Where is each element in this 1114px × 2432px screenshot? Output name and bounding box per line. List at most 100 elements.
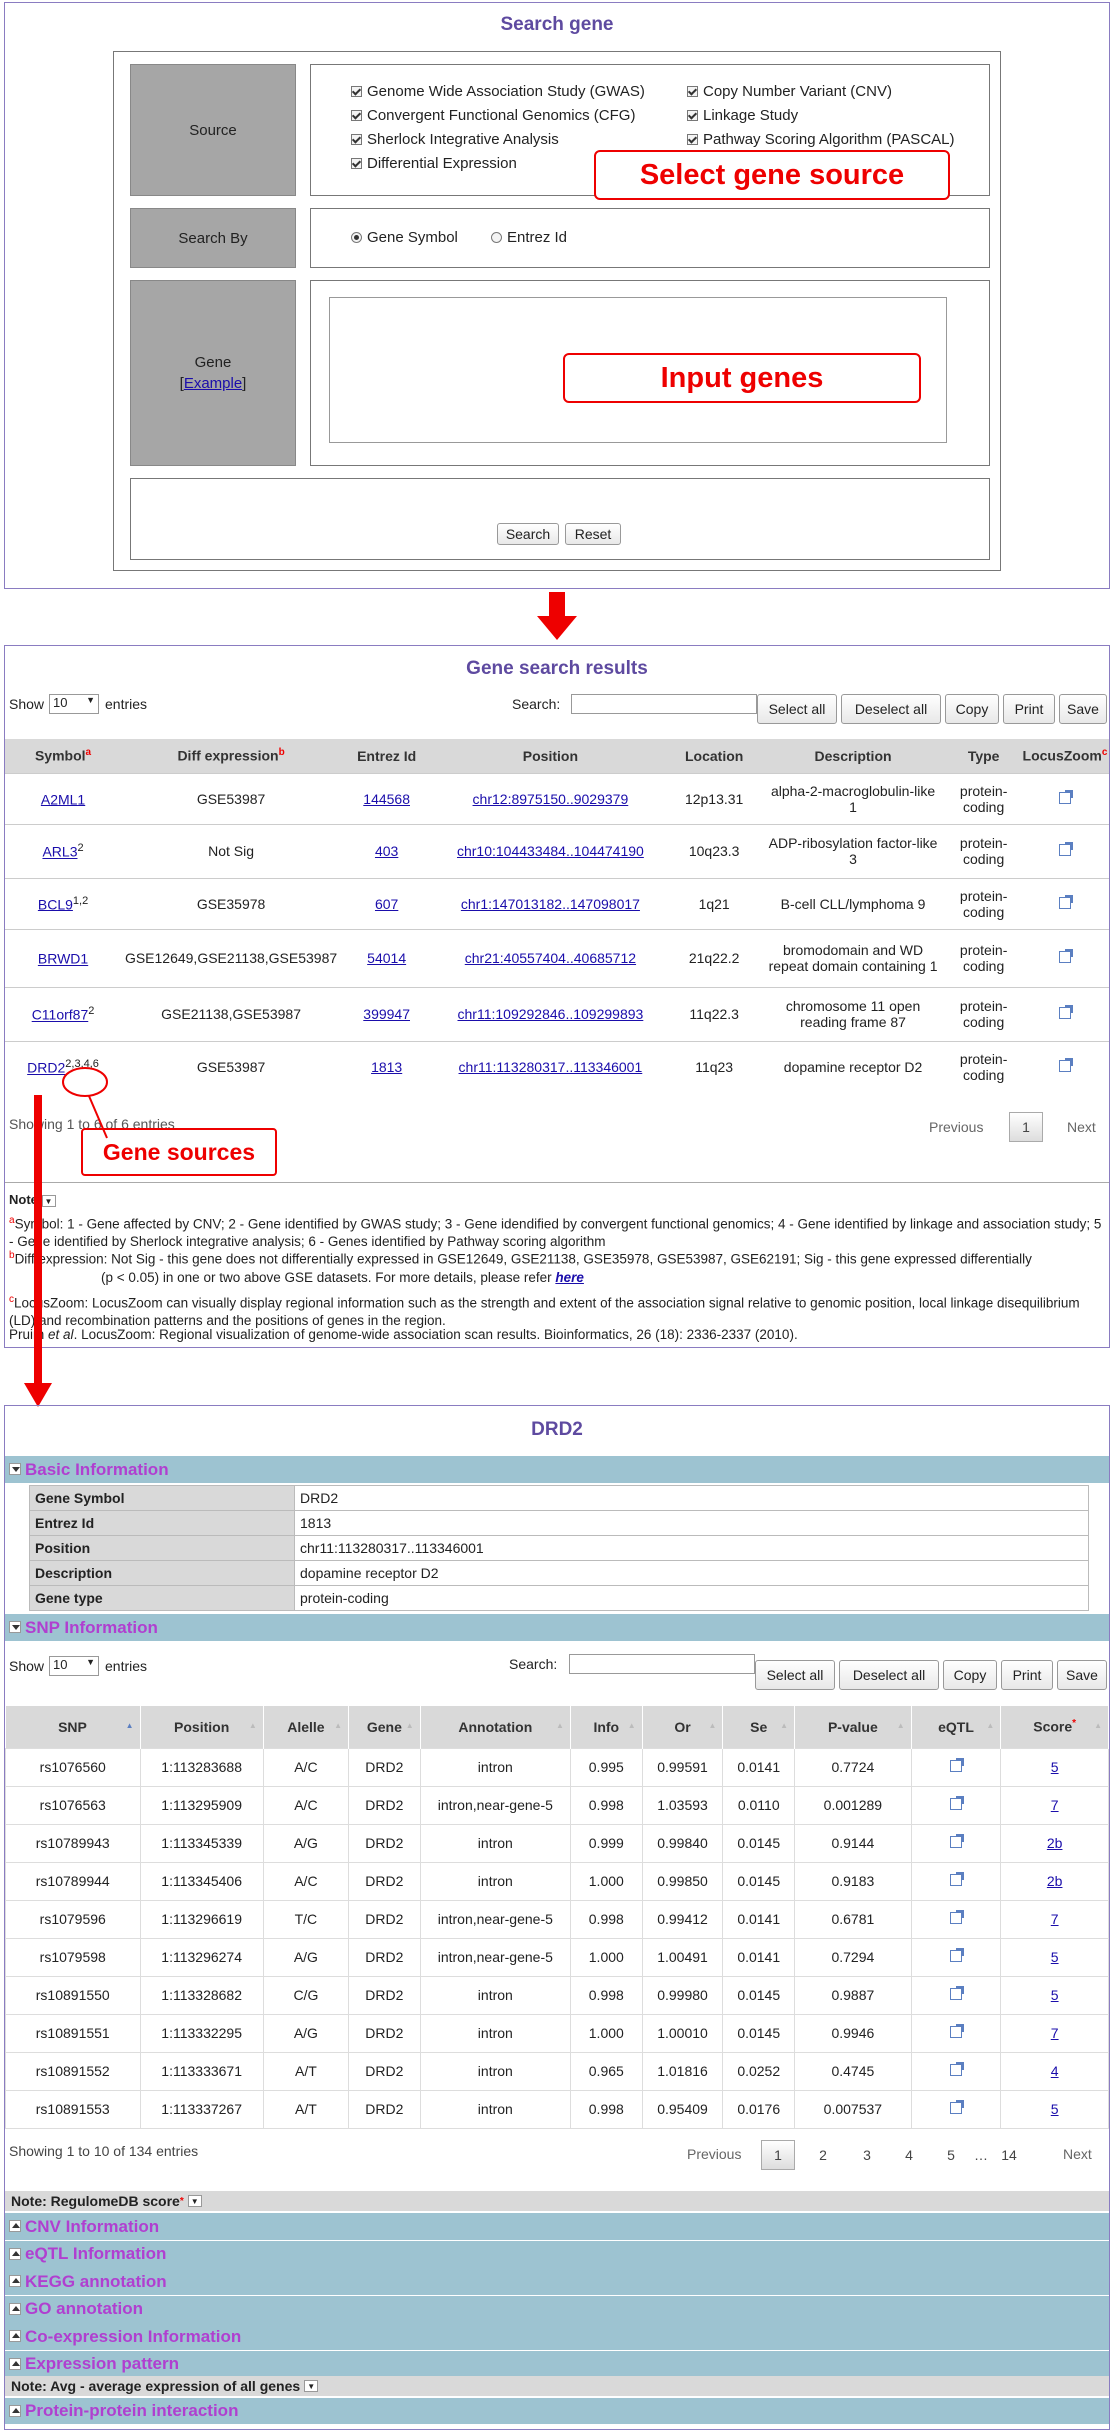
external-link-icon[interactable] <box>949 2062 964 2076</box>
symbol-link[interactable]: BCL9 <box>38 896 73 912</box>
entries-select[interactable]: 10 ▼ <box>49 694 99 714</box>
snp-col-alelle[interactable]: Alelle ▲ <box>263 1706 349 1748</box>
source-cfg-checkbox[interactable]: Convergent Functional Genomics (CFG) <box>351 107 635 124</box>
section-bar-eqtl-information[interactable]: eQTL Information <box>5 2240 1109 2268</box>
score-link[interactable]: 5 <box>1051 1987 1059 2003</box>
ppi-bar[interactable]: Protein-protein interaction <box>5 2398 1109 2424</box>
position-link[interactable]: chr21:40557404..40685712 <box>465 950 636 966</box>
external-link-icon[interactable] <box>949 1986 964 2000</box>
snp-col-info[interactable]: Info ▲ <box>570 1706 643 1748</box>
snp-col-pvalue[interactable]: P-value ▲ <box>794 1706 912 1748</box>
external-link-icon[interactable] <box>949 1910 964 1924</box>
snp-copy-button[interactable]: Copy <box>943 1660 997 1690</box>
external-link-icon[interactable] <box>949 2100 964 2114</box>
snp-page-14[interactable]: 14 <box>995 2140 1023 2170</box>
source-cnv-checkbox[interactable]: Copy Number Variant (CNV) <box>687 83 892 100</box>
symbol-link[interactable]: ARL3 <box>42 844 77 860</box>
position-link[interactable]: chr11:109292846..109299893 <box>458 1006 644 1022</box>
snp-prev[interactable]: Previous <box>687 2146 741 2162</box>
section-bar-co-expression-information[interactable]: Co-expression Information <box>5 2323 1109 2350</box>
external-link-icon[interactable] <box>1058 789 1073 804</box>
score-link[interactable]: 5 <box>1051 1759 1059 1775</box>
score-link[interactable]: 4 <box>1051 2063 1059 2079</box>
external-link-icon[interactable] <box>949 1834 964 1848</box>
symbol-link[interactable]: DRD2 <box>27 1060 65 1076</box>
entrez-link[interactable]: 399947 <box>363 1006 410 1022</box>
snp-col-score[interactable]: Score* ▲ <box>1000 1706 1109 1748</box>
snp-entries-select[interactable]: 10 ▼ <box>49 1656 99 1676</box>
entrez-link[interactable]: 54014 <box>367 950 406 966</box>
snp-search-input[interactable] <box>569 1654 755 1674</box>
copy-button[interactable]: Copy <box>945 694 999 724</box>
external-link-icon[interactable] <box>949 1758 964 1772</box>
snp-page-2[interactable]: 2 <box>809 2140 837 2170</box>
col-diff-expression[interactable]: Diff expressionb <box>121 739 342 773</box>
external-link-icon[interactable] <box>949 1948 964 1962</box>
results-search-input[interactable] <box>571 694 757 714</box>
symbol-link[interactable]: C11orf87 <box>32 1007 89 1023</box>
col-symbol[interactable]: Symbola <box>5 739 122 773</box>
col-description[interactable]: Description <box>759 739 947 773</box>
col-locuszoom[interactable]: LocusZoomc <box>1020 739 1109 773</box>
snp-col-annotation[interactable]: Annotation ▲ <box>420 1706 571 1748</box>
note-toggle-icon[interactable]: ▼ <box>304 2380 319 2392</box>
snp-col-gene[interactable]: Gene ▲ <box>348 1706 421 1748</box>
external-link-icon[interactable] <box>1058 1005 1073 1019</box>
snp-next[interactable]: Next <box>1063 2146 1092 2162</box>
results-page-1[interactable]: 1 <box>1009 1112 1043 1142</box>
position-link[interactable]: chr12:8975150..9029379 <box>473 791 629 807</box>
search-button[interactable]: Search <box>497 523 559 545</box>
external-link-icon[interactable] <box>1058 949 1073 963</box>
gene-symbol-radio[interactable]: Gene Symbol <box>351 229 458 246</box>
external-link-icon[interactable] <box>949 2024 964 2038</box>
col-location[interactable]: Location <box>668 739 760 773</box>
external-link-icon[interactable] <box>949 1796 964 1810</box>
score-link[interactable]: 7 <box>1051 1911 1059 1927</box>
entrez-link[interactable]: 1813 <box>371 1059 402 1075</box>
snp-col-se[interactable]: Se ▲ <box>722 1706 796 1748</box>
source-diffexpr-checkbox[interactable]: Differential Expression <box>351 155 517 172</box>
source-sherlock-checkbox[interactable]: Sherlock Integrative Analysis <box>351 131 559 148</box>
section-bar-kegg-annotation[interactable]: KEGG annotation <box>5 2268 1109 2295</box>
snp-col-eqtl[interactable]: eQTL ▲ <box>911 1706 1002 1748</box>
score-link[interactable]: 5 <box>1051 2101 1059 2117</box>
snp-col-position[interactable]: Position ▲ <box>140 1706 264 1748</box>
position-link[interactable]: chr10:104433484..104474190 <box>457 843 644 859</box>
snp-col-or[interactable]: Or ▲ <box>642 1706 724 1748</box>
results-next[interactable]: Next <box>1067 1119 1096 1135</box>
score-link[interactable]: 5 <box>1051 1949 1059 1965</box>
snp-info-bar[interactable]: SNP Information <box>5 1614 1109 1641</box>
note-here-link[interactable]: here <box>555 1270 584 1285</box>
col-entrez-id[interactable]: Entrez Id <box>341 739 433 773</box>
reset-button[interactable]: Reset <box>565 523 621 545</box>
save-button[interactable]: Save <box>1059 694 1107 724</box>
print-button[interactable]: Print <box>1003 694 1055 724</box>
score-link[interactable]: 7 <box>1051 1797 1059 1813</box>
snp-print-button[interactable]: Print <box>1001 1660 1053 1690</box>
section-bar-go-annotation[interactable]: GO annotation <box>5 2295 1109 2323</box>
score-link[interactable]: 2b <box>1047 1835 1063 1851</box>
entrez-link[interactable]: 403 <box>375 843 398 859</box>
position-link[interactable]: chr11:113280317..113346001 <box>459 1059 643 1075</box>
entrez-id-radio[interactable]: Entrez Id <box>491 229 567 246</box>
entrez-link[interactable]: 607 <box>375 896 398 912</box>
position-link[interactable]: chr1:147013182..147098017 <box>461 896 640 912</box>
basic-info-bar[interactable]: Basic Information <box>5 1456 1109 1483</box>
col-position[interactable]: Position <box>432 739 669 773</box>
snp-page-5[interactable]: 5 <box>937 2140 965 2170</box>
deselect-all-button[interactable]: Deselect all <box>841 694 941 724</box>
symbol-link[interactable]: A2ML1 <box>41 791 85 807</box>
source-gwas-checkbox[interactable]: Genome Wide Association Study (GWAS) <box>351 83 645 100</box>
select-all-button[interactable]: Select all <box>757 694 837 724</box>
source-linkage-checkbox[interactable]: Linkage Study <box>687 107 798 124</box>
snp-page-4[interactable]: 4 <box>895 2140 923 2170</box>
section-bar-cnv-information[interactable]: CNV Information <box>5 2213 1109 2240</box>
snp-col-snp[interactable]: SNP ▲ <box>5 1706 141 1748</box>
external-link-icon[interactable] <box>1058 842 1073 856</box>
external-link-icon[interactable] <box>1058 894 1073 909</box>
source-pascal-checkbox[interactable]: Pathway Scoring Algorithm (PASCAL) <box>687 131 955 148</box>
section-bar-expression-pattern[interactable]: Expression pattern <box>5 2350 1109 2378</box>
example-link[interactable]: Example <box>184 375 242 392</box>
entrez-link[interactable]: 144568 <box>363 791 410 807</box>
col-type[interactable]: Type <box>946 739 1021 773</box>
